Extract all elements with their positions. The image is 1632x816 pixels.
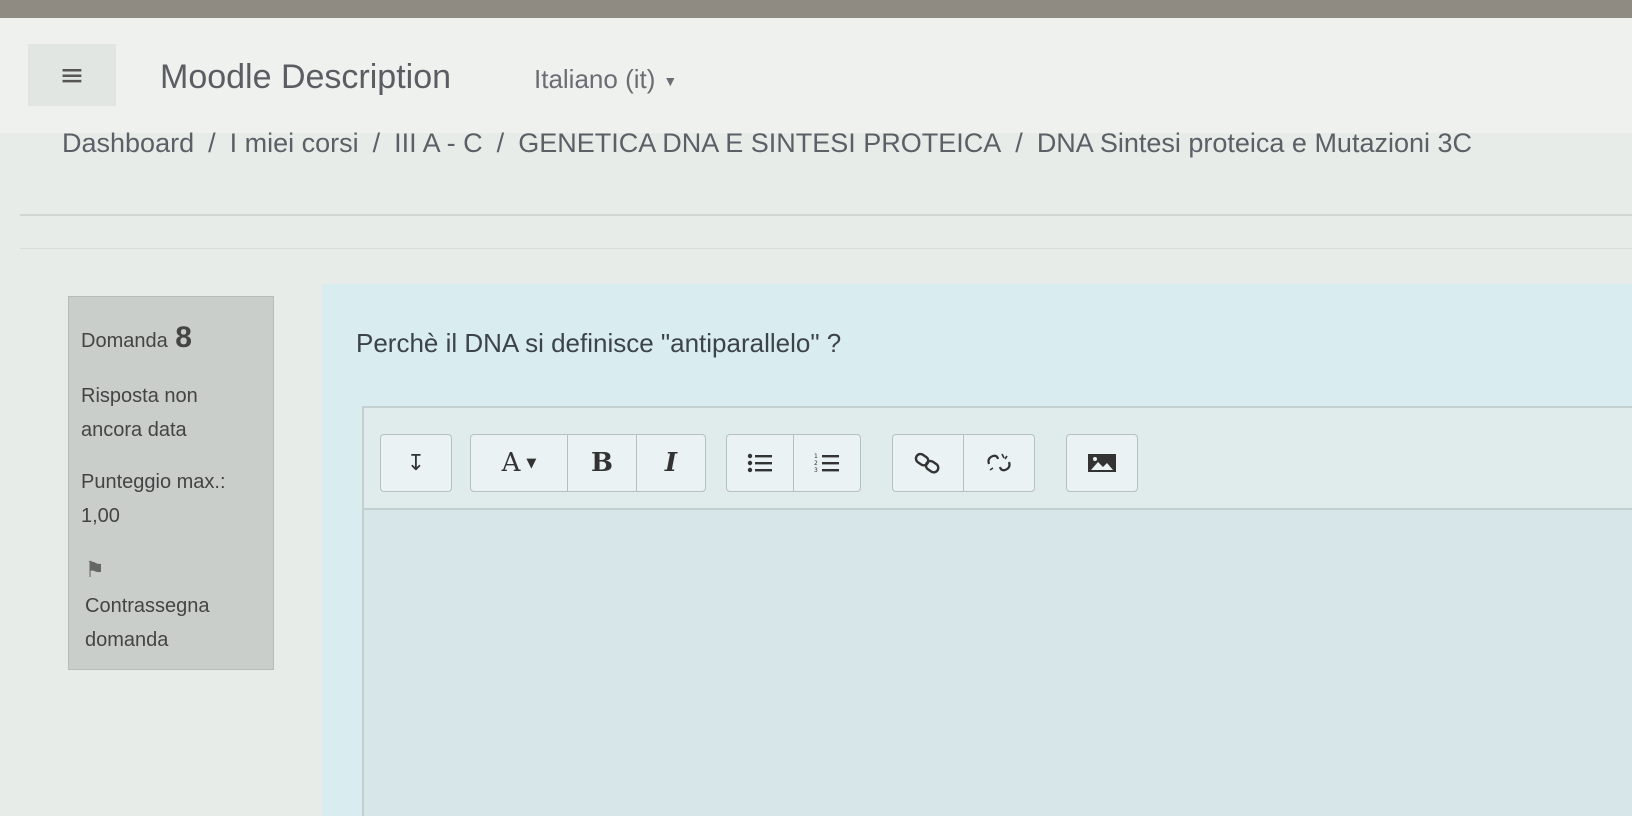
- question-number: Domanda 8: [81, 321, 192, 355]
- ordered-list-icon: 1 2 3: [814, 453, 839, 474]
- breadcrumb-quiz[interactable]: DNA Sintesi proteica e Mutazioni 3C: [1037, 128, 1472, 158]
- image-icon: [1088, 454, 1116, 472]
- breadcrumb-separator: /: [372, 128, 381, 158]
- paragraph-style-button[interactable]: A ▼: [471, 435, 568, 491]
- flag-icon[interactable]: ⚑: [85, 557, 105, 583]
- grade-label: Punteggio max.:: [81, 471, 226, 493]
- question-info-box: Domanda 8 Risposta non ancora data Punte…: [68, 296, 274, 670]
- bold-button[interactable]: B: [568, 435, 637, 491]
- unlink-icon: [987, 453, 1011, 472]
- breadcrumb-course[interactable]: GENETICA DNA E SINTESI PROTEICA: [518, 128, 1001, 158]
- screen: ≡ Moodle Description Italiano (it) ▼ Dash…: [0, 18, 1632, 816]
- question-text: Perchè il DNA si definisce "antiparallel…: [356, 328, 842, 358]
- ordered-list-button[interactable]: 1 2 3: [794, 435, 860, 491]
- navbar: ≡ Moodle Description Italiano (it) ▼: [0, 18, 1632, 133]
- question-grade: Punteggio max.: 1,00: [81, 465, 271, 533]
- breadcrumb-my-courses[interactable]: I miei corsi: [230, 128, 359, 158]
- grade-value: 1,00: [81, 505, 120, 527]
- divider: [20, 214, 1632, 216]
- toolbar-group-links: [892, 434, 1035, 492]
- unordered-list-icon: [747, 453, 772, 473]
- answer-text-area[interactable]: [364, 510, 1632, 816]
- question-number-value: 8: [175, 321, 192, 354]
- flag-question-link[interactable]: Contrassegna domanda: [85, 589, 255, 657]
- link-icon: [914, 452, 940, 474]
- language-label: Italiano (it): [534, 64, 656, 94]
- question-state: Risposta non ancora data: [81, 385, 198, 441]
- italic-button[interactable]: I: [637, 435, 705, 491]
- site-name[interactable]: Moodle Description: [160, 58, 451, 97]
- svg-text:3: 3: [814, 467, 818, 474]
- breadcrumb-class[interactable]: III A - C: [394, 128, 483, 158]
- link-button[interactable]: [893, 435, 964, 491]
- style-label: A: [501, 448, 521, 478]
- svg-text:1: 1: [814, 453, 818, 460]
- nav-drawer-button[interactable]: ≡: [28, 44, 116, 106]
- divider: [20, 248, 1632, 249]
- toolbar-group-collapse: ↧: [380, 434, 452, 492]
- question-label: Domanda: [81, 330, 168, 352]
- hamburger-icon: ≡: [59, 57, 85, 93]
- toolbar-group-media: [1066, 434, 1138, 492]
- breadcrumb: Dashboard / I miei corsi / III A - C / GENETIC…: [62, 128, 1472, 159]
- insert-image-button[interactable]: [1067, 435, 1137, 491]
- unlink-button[interactable]: [964, 435, 1034, 491]
- caret-down-icon: ▼: [526, 455, 537, 471]
- svg-text:2: 2: [814, 460, 818, 467]
- question-content: Perchè il DNA si definisce "antiparallel…: [322, 284, 1632, 816]
- breadcrumb-dashboard[interactable]: Dashboard: [62, 128, 194, 158]
- breadcrumb-separator: /: [1015, 128, 1023, 158]
- toolbar-group-lists: 1 2 3: [726, 434, 861, 492]
- collapse-button[interactable]: ↧: [381, 435, 451, 491]
- language-menu[interactable]: Italiano (it) ▼: [534, 64, 677, 95]
- breadcrumb-separator: /: [496, 128, 505, 158]
- breadcrumb-separator: /: [208, 128, 216, 158]
- editor-toolbar: ↧ A ▼ B I 1 2 3: [364, 408, 1632, 510]
- toolbar-group-style: A ▼ B I: [470, 434, 706, 492]
- answer-editor: ↧ A ▼ B I 1 2 3: [362, 406, 1632, 816]
- unordered-list-button[interactable]: [727, 435, 794, 491]
- caret-down-icon: ▼: [663, 73, 678, 90]
